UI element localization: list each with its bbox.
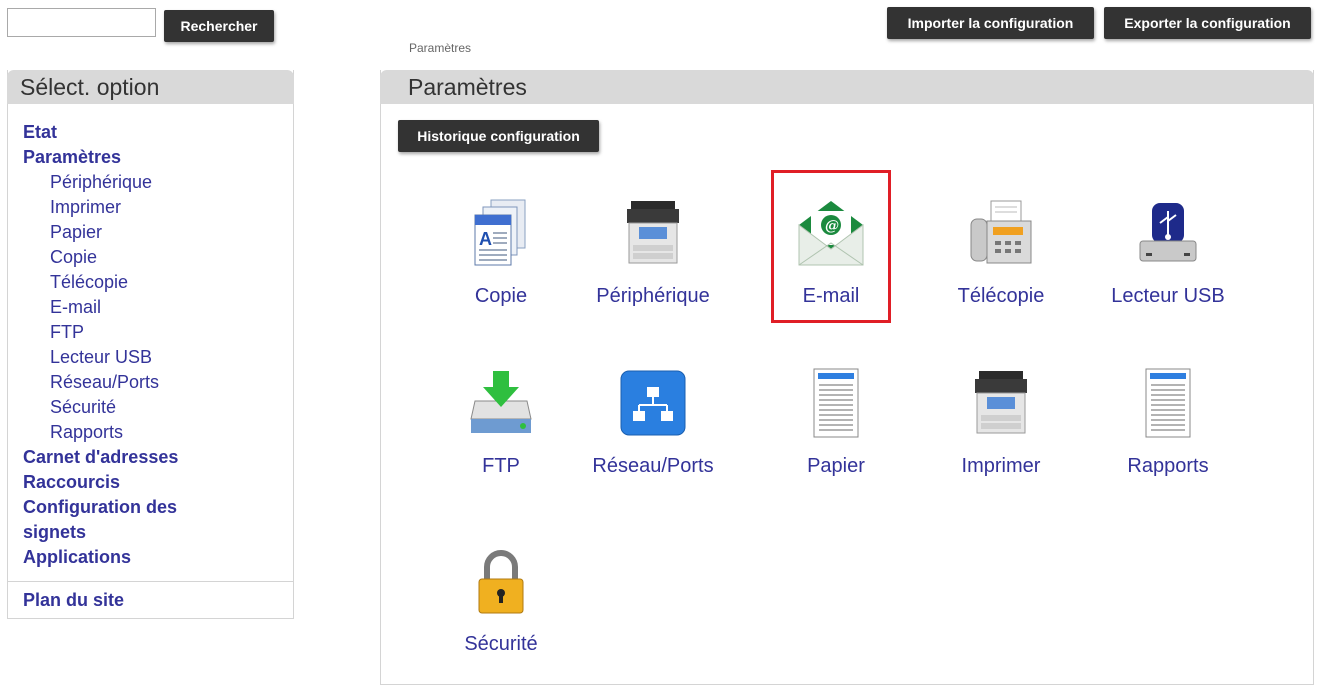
- tile-copie[interactable]: A Copie: [426, 170, 576, 320]
- export-config-button[interactable]: Exporter la configuration: [1104, 7, 1311, 39]
- sidebar-nav: Etat Paramètres Périphérique Imprimer Pa…: [8, 104, 293, 570]
- sidebar-item-telecopie[interactable]: Télécopie: [23, 270, 293, 295]
- tile-label: Lecteur USB: [1111, 285, 1225, 307]
- sidebar-title: Sélect. option: [7, 70, 294, 104]
- tile-rapports[interactable]: Rapports: [1093, 340, 1243, 490]
- tile-securite[interactable]: Sécurité: [426, 518, 576, 668]
- tile-ftp[interactable]: FTP: [426, 340, 576, 490]
- printer-icon: [965, 367, 1037, 439]
- sidebar-item-raccourcis[interactable]: Raccourcis: [23, 470, 293, 495]
- report-document-icon: [1132, 367, 1204, 439]
- tile-label: Télécopie: [957, 285, 1045, 307]
- search-button[interactable]: Rechercher: [164, 10, 274, 42]
- sidebar-item-reseau-ports[interactable]: Réseau/Ports: [23, 370, 293, 395]
- sidebar-item-ftp[interactable]: FTP: [23, 320, 293, 345]
- tile-label: Périphérique: [596, 285, 710, 307]
- tile-imprimer[interactable]: Imprimer: [926, 340, 1076, 490]
- tile-label: Réseau/Ports: [592, 455, 714, 477]
- usb-drive-icon: [1132, 197, 1204, 269]
- tile-label: E-mail: [802, 285, 860, 307]
- svg-text:A: A: [479, 229, 492, 249]
- sidebar-panel: Sélect. option Etat Paramètres Périphéri…: [7, 70, 294, 619]
- search-input[interactable]: [7, 8, 156, 37]
- tile-label: Imprimer: [961, 455, 1041, 477]
- sidebar-divider: [8, 581, 293, 582]
- sidebar-item-papier[interactable]: Papier: [23, 220, 293, 245]
- tile-reseau-ports[interactable]: Réseau/Ports: [578, 340, 728, 490]
- sidebar-item-imprimer[interactable]: Imprimer: [23, 195, 293, 220]
- main-panel: Paramètres Historique configuration A Co…: [380, 70, 1314, 685]
- tile-lecteur-usb[interactable]: Lecteur USB: [1093, 170, 1243, 320]
- copy-document-icon: A: [465, 197, 537, 269]
- tile-email[interactable]: @ E-mail: [756, 170, 906, 320]
- paper-document-icon: [800, 367, 872, 439]
- network-ports-icon: [617, 367, 689, 439]
- sidebar-item-parametres[interactable]: Paramètres: [23, 145, 293, 170]
- history-config-button[interactable]: Historique configuration: [398, 120, 599, 152]
- page-title: Paramètres: [380, 70, 1314, 104]
- import-config-button[interactable]: Importer la configuration: [887, 7, 1094, 39]
- tile-label: Copie: [474, 285, 528, 307]
- fax-machine-icon: [965, 197, 1037, 269]
- sidebar-item-configuration-signets[interactable]: Configuration des signets: [23, 495, 223, 545]
- sidebar-item-peripherique[interactable]: Périphérique: [23, 170, 293, 195]
- svg-text:@: @: [825, 218, 839, 234]
- sidebar-item-etat[interactable]: Etat: [23, 120, 293, 145]
- email-envelope-icon: @: [795, 197, 867, 269]
- tile-peripherique[interactable]: Périphérique: [578, 170, 728, 320]
- sidebar-item-securite[interactable]: Sécurité: [23, 395, 293, 420]
- breadcrumb: Paramètres: [409, 41, 472, 55]
- sidebar-item-carnet-adresses[interactable]: Carnet d'adresses: [23, 445, 293, 470]
- mfp-device-icon: [617, 197, 689, 269]
- tile-label: Rapports: [1127, 455, 1209, 477]
- tile-papier[interactable]: Papier: [761, 340, 911, 490]
- tile-label: Papier: [807, 455, 865, 477]
- sidebar-item-rapports[interactable]: Rapports: [23, 420, 293, 445]
- sidebar-item-lecteur-usb[interactable]: Lecteur USB: [23, 345, 293, 370]
- tile-label: FTP: [482, 455, 520, 477]
- tile-label: Sécurité: [464, 633, 538, 655]
- sidebar-item-email[interactable]: E-mail: [23, 295, 293, 320]
- sidebar-item-applications[interactable]: Applications: [23, 545, 293, 570]
- ftp-download-icon: [465, 367, 537, 439]
- padlock-icon: [465, 545, 537, 617]
- tile-telecopie[interactable]: Télécopie: [926, 170, 1076, 320]
- sidebar-item-copie[interactable]: Copie: [23, 245, 293, 270]
- sitemap-link[interactable]: Plan du site: [23, 590, 124, 611]
